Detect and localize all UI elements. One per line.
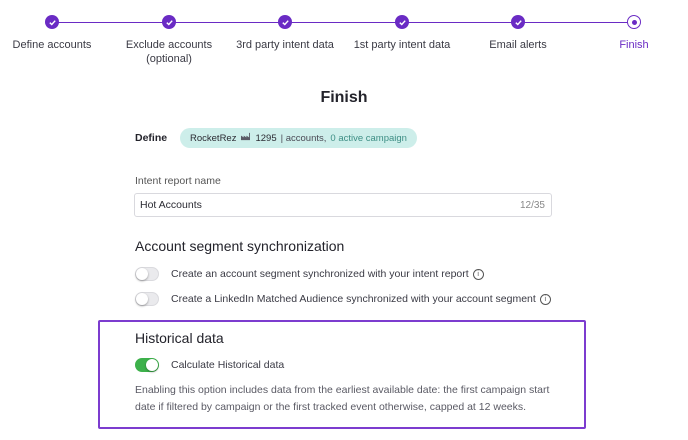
intent-report-name-field: 12/35	[134, 193, 552, 217]
define-chip: RocketRez 1295 | accounts, 0 active camp…	[180, 128, 417, 148]
info-icon[interactable]: i	[539, 293, 551, 305]
historical-data-title: Historical data	[135, 330, 224, 346]
historical-data-toggle[interactable]	[135, 358, 159, 372]
define-label: Define	[135, 132, 168, 144]
segment-sync-label-1: Create an account segment synchronized w…	[171, 268, 469, 280]
step-4-check-icon[interactable]	[395, 15, 409, 29]
chip-account-name: RocketRez	[190, 132, 237, 144]
segment-sync-label-2: Create a LinkedIn Matched Audience synch…	[171, 293, 536, 305]
step-label-define-accounts[interactable]: Define accounts	[13, 38, 92, 52]
step-label-exclude-accounts[interactable]: Exclude accounts (optional)	[126, 38, 212, 66]
chip-campaigns: 0 active campaign	[330, 132, 407, 144]
step-1-check-icon[interactable]	[45, 15, 59, 29]
stepper-line	[58, 22, 628, 23]
intent-report-name-label: Intent report name	[135, 175, 221, 187]
historical-data-option: Calculate Historical data	[135, 358, 284, 372]
step-label-3rd-party[interactable]: 3rd party intent data	[236, 38, 334, 52]
step-2-check-icon[interactable]	[162, 15, 176, 29]
intent-report-name-input[interactable]	[135, 198, 520, 212]
step-label-exclude-accounts-text: Exclude accounts	[125, 39, 213, 51]
char-counter: 12/35	[519, 199, 545, 211]
step-6-current-icon	[627, 15, 641, 29]
progress-stepper: Define accounts Exclude accounts (option…	[0, 0, 688, 72]
step-label-finish: Finish	[619, 39, 649, 51]
step-label-email-alerts[interactable]: Email alerts	[489, 38, 546, 52]
segment-sync-toggle-2[interactable]	[135, 292, 159, 306]
step-label-1st-party[interactable]: 1st party intent data	[354, 38, 451, 52]
historical-data-toggle-label: Calculate Historical data	[171, 359, 285, 371]
segment-sync-option-1: Create an account segment synchronized w…	[135, 267, 484, 281]
step-5-check-icon[interactable]	[511, 15, 525, 29]
segment-sync-toggle-1[interactable]	[135, 267, 159, 281]
page-title: Finish	[320, 89, 368, 106]
segment-sync-title: Account segment synchronization	[135, 238, 345, 254]
info-icon[interactable]: i	[472, 268, 484, 280]
historical-data-description: Enabling this option includes data from …	[135, 384, 550, 413]
chip-count: 1295	[255, 132, 277, 144]
segment-sync-option-2: Create a LinkedIn Matched Audience synch…	[135, 292, 551, 306]
step-label-exclude-accounts-sub: (optional)	[146, 53, 192, 65]
chip-accounts: | accounts,	[280, 132, 327, 144]
step-3-check-icon[interactable]	[278, 15, 292, 29]
factory-icon	[240, 132, 251, 144]
define-row: Define RocketRez 1295 | accounts, 0 acti…	[135, 128, 417, 148]
